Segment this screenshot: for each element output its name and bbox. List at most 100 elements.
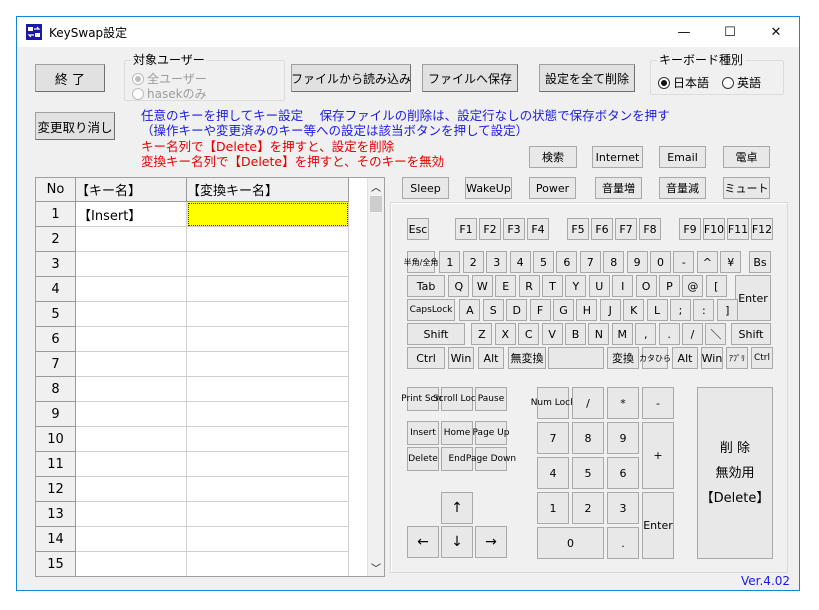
grid-cell-mapped-key-name[interactable] [187,327,349,352]
key-f3[interactable]: F3 [503,218,525,240]
key-num-8[interactable]: 8 [572,422,604,454]
grid-cell-key-name[interactable] [76,302,187,327]
key-z-row[interactable]: M [611,323,633,345]
grid-cell-key-name[interactable] [76,427,187,452]
grid-cell-key-name[interactable] [76,452,187,477]
key-num-minus[interactable]: - [642,387,674,419]
grid-cell-key-name[interactable] [76,277,187,302]
key-q-row[interactable]: E [495,275,517,297]
key-shift-left[interactable]: Shift [407,323,465,345]
key-q-row[interactable]: @ [682,275,704,297]
key-page-up[interactable]: Page Up [473,421,509,445]
key-num-1[interactable]: 1 [537,492,569,524]
sleep-key[interactable]: Sleep [402,177,449,199]
key-a-row[interactable]: G [553,299,574,321]
key-shift-right[interactable]: Shift [731,323,771,345]
mute-key[interactable]: ミュート [723,177,770,199]
key-z-row[interactable]: / [682,323,703,345]
grid-cell-key-name[interactable] [76,552,187,576]
key-enter[interactable]: Enter [735,275,771,321]
delete-all-settings-button[interactable]: 設定を全て削除 [539,64,635,92]
key-a-row[interactable]: K [623,299,645,321]
key-q-row[interactable]: T [542,275,563,297]
radio-current-user[interactable]: hasekのみ [132,85,207,102]
save-to-file-button[interactable]: ファイルへ保存 [422,64,518,92]
key-q-row[interactable]: U [588,275,610,297]
key-a-row[interactable]: F [529,299,551,321]
key-z-row[interactable]: B [565,323,586,345]
maximize-button[interactable]: ☐ [707,17,753,47]
key-katakana-hiragana[interactable]: カタひら [639,347,671,369]
key-q-row[interactable]: Q [448,275,470,297]
grid-cell-key-name[interactable] [76,402,187,427]
key-a-row[interactable]: D [506,299,528,321]
key-page-down[interactable]: Page Down [466,447,516,471]
grid-cell-mapped-key-name[interactable] [187,227,349,252]
key-a-row[interactable]: J [599,299,621,321]
key-num-row[interactable]: 7 [579,251,601,273]
key-f6[interactable]: F6 [591,218,613,240]
key-num-row[interactable]: 5 [533,251,554,273]
grid-cell-mapped-key-name[interactable] [187,402,349,427]
key-f4[interactable]: F4 [527,218,549,240]
volume-up-key[interactable]: 音量増 [595,177,642,199]
grid-cell-mapped-key-name[interactable] [187,352,349,377]
key-a-row[interactable]: ; [670,299,691,321]
key-esc[interactable]: Esc [407,218,429,240]
grid-cell-mapped-key-name[interactable] [187,527,349,552]
key-a-row[interactable]: H [576,299,598,321]
key-num-7[interactable]: 7 [537,422,569,454]
load-from-file-button[interactable]: ファイルから読み込み [291,64,411,92]
grid-cell-mapped-key-name[interactable] [187,277,349,302]
grid-cell-key-name[interactable] [76,377,187,402]
key-num-row[interactable]: 4 [509,251,531,273]
key-q-row[interactable]: I [612,275,634,297]
grid-cell-mapped-key-name[interactable] [187,377,349,402]
key-num-5[interactable]: 5 [572,457,604,489]
key-alt-left[interactable]: Alt [478,347,504,369]
key-a-row[interactable]: : [693,299,715,321]
calculator-key[interactable]: 電卓 [723,146,770,168]
key-insert[interactable]: Insert [407,421,439,445]
key-f8[interactable]: F8 [639,218,661,240]
key-f7[interactable]: F7 [615,218,637,240]
key-z-row[interactable]: ＼ [705,323,727,345]
key-a-row[interactable]: ] [716,299,738,321]
key-f10[interactable]: F10 [703,218,725,240]
key-num-row[interactable]: 1 [439,251,461,273]
key-f12[interactable]: F12 [751,218,773,240]
key-num-multiply[interactable]: * [607,387,639,419]
email-key[interactable]: Email [659,146,706,168]
key-num-row[interactable]: 3 [486,251,508,273]
key-num-9[interactable]: 9 [607,422,639,454]
grid-cell-key-name[interactable] [76,502,187,527]
disable-key-panel[interactable]: 削 除無効用 【Delete】 [697,387,773,559]
key-apps[interactable]: ｱﾌﾟﾘ [726,347,748,369]
key-num-row[interactable]: 0 [650,251,671,273]
grid-cell-mapped-key-name[interactable] [187,452,349,477]
key-ctrl-left[interactable]: Ctrl [407,347,445,369]
key-muhenkan[interactable]: 無変換 [508,347,546,369]
grid-cell-mapped-key-name[interactable] [187,427,349,452]
arrow-right-key[interactable]: → [475,526,507,558]
key-tab[interactable]: Tab [407,275,445,297]
key-a-row[interactable]: S [482,299,504,321]
key-num-enter[interactable]: Enter [642,492,674,559]
key-scroll-lock[interactable]: Scroll Lock [433,387,481,411]
grid-cell-mapped-key-name[interactable] [187,477,349,502]
grid-scrollbar[interactable]: ︿ ﹀ [367,178,384,576]
key-f1[interactable]: F1 [455,218,477,240]
scroll-thumb[interactable] [370,196,382,212]
key-z-row[interactable]: V [541,323,563,345]
scroll-down-icon[interactable]: ﹀ [368,559,384,576]
arrow-up-key[interactable]: ↑ [441,492,473,524]
close-button[interactable]: ✕ [753,17,799,47]
wakeup-key[interactable]: WakeUp [465,177,512,199]
title-bar[interactable]: KeySwap設定 — ☐ ✕ [17,17,799,47]
undo-changes-button[interactable]: 変更取り消し [35,112,115,140]
key-num-0[interactable]: 0 [537,527,604,559]
grid-header-mapped-key-name[interactable]: 【変換キー名】 [187,178,349,202]
grid-cell-key-name[interactable] [76,352,187,377]
key-ctrl-right[interactable]: Ctrl [751,347,773,369]
key-num-row[interactable]: ¥ [720,251,742,273]
